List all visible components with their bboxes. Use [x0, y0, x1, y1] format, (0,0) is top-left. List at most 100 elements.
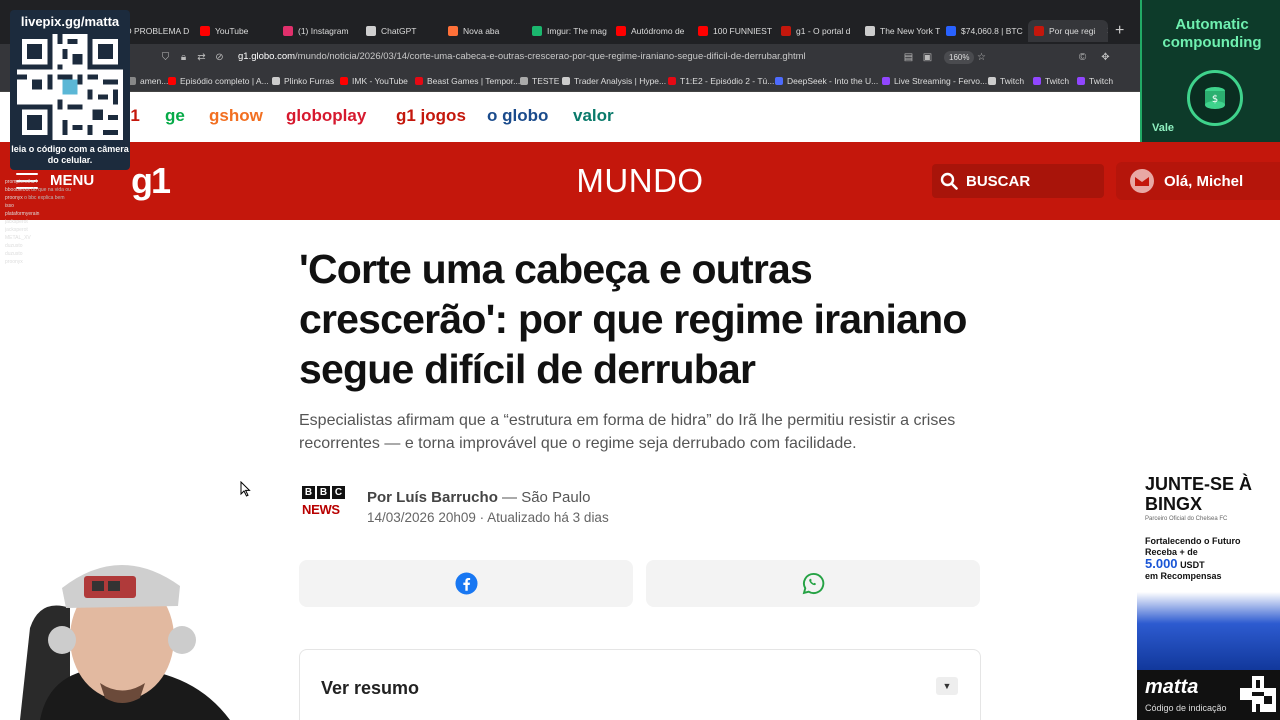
bookmark-label: Live Streaming - Fervo...: [894, 76, 988, 86]
bookmark-item[interactable]: Live Streaming - Fervo...: [882, 76, 987, 86]
bookmark-item[interactable]: Trader Analysis | Hype...: [562, 76, 666, 86]
stream-chat: prompterstha4 bboobleoot do que na vida o…: [5, 178, 110, 266]
bookmark-item[interactable]: IMK - YouTube: [340, 76, 408, 86]
chat-user: jacksperot: [5, 227, 28, 233]
globo-nav-link[interactable]: o globo: [487, 106, 548, 126]
browser-tab[interactable]: ChatGPT: [366, 20, 436, 42]
bookmark-favicon-icon: [775, 77, 783, 85]
address-bar: ⛉ 🔒︎ ⇄ ⊘ g1.globo.com/mundo/noticia/2026…: [0, 44, 1280, 72]
article-headline: 'Corte uma cabeça e outras crescerão': p…: [299, 246, 967, 392]
extensions-icon[interactable]: ✥: [1100, 52, 1111, 63]
chat-user: plataformyerain: [5, 211, 40, 217]
whatsapp-icon: [802, 572, 824, 595]
extension-c-icon[interactable]: ©: [1077, 52, 1088, 63]
globo-nav-link[interactable]: g1 jogos: [396, 106, 466, 126]
referral-name: matta: [1145, 676, 1199, 698]
bookmark-item[interactable]: DeepSeek - Into the U...: [775, 76, 878, 86]
bbc-letter: B: [302, 486, 315, 499]
tab-label: O PROBLEMA D: [125, 26, 190, 36]
browser-tab[interactable]: Nova aba: [448, 20, 523, 42]
new-tab-button[interactable]: +: [1115, 22, 1124, 40]
tracking-icon[interactable]: ⊘: [214, 52, 225, 63]
bingx-title: JUNTE-SE À BINGX: [1145, 474, 1253, 514]
svg-text:$: $: [1212, 94, 1218, 105]
permissions-icon[interactable]: ⇄: [196, 52, 207, 63]
chat-message: jacksperot: [5, 226, 110, 234]
bookmark-item[interactable]: amen...: [128, 76, 168, 86]
browser-tab[interactable]: YouTube: [200, 20, 270, 42]
share-whatsapp-button[interactable]: [646, 560, 980, 607]
bookmark-item[interactable]: Episódio completo | A...: [168, 76, 269, 86]
livepix-qr-panel: livepix.gg/matta leia o código com a câm…: [10, 10, 130, 170]
zoom-level[interactable]: 160%: [944, 51, 975, 64]
chat-user: duzusto: [5, 251, 23, 257]
bbc-letter: B: [317, 486, 330, 499]
qr-title: livepix.gg/matta: [20, 14, 120, 29]
author-line: Por Luís Barrucho — São Paulo: [367, 486, 609, 510]
tab-favicon-icon: [616, 26, 626, 36]
tab-label: g1 - O portal d: [796, 26, 851, 36]
globo-nav-link[interactable]: globoplay: [286, 106, 366, 126]
bookmark-favicon-icon: [882, 77, 890, 85]
bookmark-favicon-icon: [415, 77, 423, 85]
chat-user: proonyx: [5, 259, 23, 265]
chevron-down-icon[interactable]: ▼: [936, 677, 958, 695]
tab-label: $74,060.8 | BTC: [961, 26, 1023, 36]
qr-code-icon: [17, 34, 123, 140]
chat-message: prompterstha4: [5, 178, 110, 186]
browser-tab[interactable]: (1) Instagram: [283, 20, 358, 42]
search-icon: [940, 172, 958, 190]
article-subtitle: Especialistas afirmam que a “estrutura e…: [299, 412, 956, 452]
chat-message: duzusto: [5, 242, 110, 250]
browser-tab[interactable]: 100 FUNNIEST: [698, 20, 778, 42]
browser-tab[interactable]: $74,060.8 | BTC: [946, 20, 1024, 42]
bookmark-item[interactable]: TESTE: [520, 76, 559, 86]
chat-user: prompterstha4: [5, 179, 38, 185]
lock-icon[interactable]: 🔒︎: [178, 52, 189, 63]
bookmarks-bar: amen... Episódio completo | A... Plinko Fu…: [0, 72, 1280, 92]
tab-favicon-icon: [1034, 26, 1044, 36]
bookmark-item[interactable]: Plinko Furras: [272, 76, 334, 86]
byline: B B C NEWS Por Luís Barrucho — São Paulo…: [302, 486, 609, 525]
bookmark-item[interactable]: Twitch: [1077, 76, 1113, 86]
tab-favicon-icon: [448, 26, 458, 36]
bookmark-label: IMK - YouTube: [352, 76, 408, 86]
reader-icon[interactable]: ▤: [903, 52, 914, 63]
bookmark-label: amen...: [140, 76, 169, 86]
tab-label: Imgur: The mag: [547, 26, 607, 36]
screenshot-icon[interactable]: ▣: [922, 52, 933, 63]
search-label: BUSCAR: [966, 172, 1031, 190]
tab-label: Nova aba: [463, 26, 500, 36]
globo-nav-link[interactable]: gshow: [209, 106, 263, 126]
auto-title: Automatic compounding: [1162, 16, 1262, 51]
bookmark-label: Twitch: [1089, 76, 1114, 86]
user-account-button[interactable]: Olá, Michel: [1116, 162, 1280, 200]
chat-user: duzusto: [5, 243, 23, 249]
bookmark-label: Twitch: [1000, 76, 1025, 86]
globo-nav-link[interactable]: ge: [165, 106, 185, 126]
globo-network-nav: g1gegshowgloboplayg1 jogoso globovalor: [0, 92, 1280, 142]
url-field[interactable]: g1.globo.com/mundo/noticia/2026/03/14/co…: [238, 51, 806, 62]
shield-icon[interactable]: ⛉: [160, 52, 171, 63]
bookmark-favicon-icon: [562, 77, 570, 85]
author-name[interactable]: Por Luís Barrucho: [367, 489, 498, 506]
browser-tab[interactable]: g1 - O portal d: [781, 20, 861, 42]
summary-toggle[interactable]: Ver resumo ▼: [299, 649, 981, 720]
tab-label: The New York T: [880, 26, 940, 36]
bookmark-item[interactable]: Twitch: [988, 76, 1024, 86]
globo-nav-link[interactable]: valor: [573, 106, 614, 126]
bookmark-item[interactable]: Twitch: [1033, 76, 1069, 86]
bookmark-item[interactable]: T1:E2 - Episódio 2 - Tú...: [668, 76, 774, 86]
chat-message: proonyx o bbc explica bem: [5, 194, 110, 202]
bingx-unit: USDT: [1180, 560, 1205, 570]
browser-tab[interactable]: Autódromo de: [616, 20, 691, 42]
close-tab-icon[interactable]: ✕: [1106, 26, 1108, 37]
bingx-amount: 5.000: [1145, 556, 1178, 571]
browser-tab[interactable]: The New York T: [865, 20, 940, 42]
bookmark-item[interactable]: Beast Games | Tempor...: [415, 76, 520, 86]
bookmark-star-icon[interactable]: ☆: [976, 52, 987, 63]
browser-tab[interactable]: Imgur: The mag: [532, 20, 612, 42]
search-button[interactable]: BUSCAR: [932, 164, 1104, 198]
browser-tab[interactable]: Por que regi ✕: [1028, 20, 1108, 42]
share-facebook-button[interactable]: [299, 560, 633, 607]
